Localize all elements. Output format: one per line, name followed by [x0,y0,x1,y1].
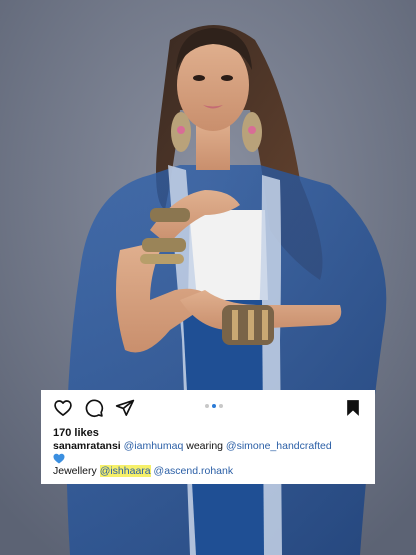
save-button[interactable] [343,398,363,418]
caption-text: wearing [183,440,226,452]
like-button[interactable] [53,398,73,418]
caption-jewellery-line: Jewellery @ishhaara @ascend.rohank [53,465,363,478]
carousel-indicator [205,404,226,410]
carousel-dot[interactable] [205,404,209,408]
carousel-dot[interactable] [219,404,223,408]
comment-button[interactable] [84,398,104,418]
post-action-bar [53,390,363,424]
share-button[interactable] [115,398,135,418]
comment-bubble-icon [85,399,104,418]
carousel-dot-active[interactable] [212,404,216,408]
instagram-post-screenshot: 170 likes sanamratansi @iamhumaq wearing… [0,0,416,555]
caption-username[interactable]: sanamratansi [53,440,121,452]
likes-count[interactable]: 170 likes [53,426,363,440]
mention-link[interactable]: @iamhumaq [124,440,184,452]
caption-text: Jewellery [53,465,100,477]
mention-link[interactable]: @simone_handcrafted [226,440,332,452]
mention-link-highlighted[interactable]: @ishhaara [99,465,151,477]
post-caption: sanamratansi @iamhumaq wearing @simone_h… [53,440,363,478]
heart-outline-icon [54,400,72,416]
post-card: 170 likes sanamratansi @iamhumaq wearing… [41,390,375,484]
mention-link[interactable]: @ascend.rohank [154,465,234,477]
bookmark-filled-icon [347,400,359,416]
blue-heart-icon [53,453,65,464]
paper-plane-icon [115,399,135,416]
